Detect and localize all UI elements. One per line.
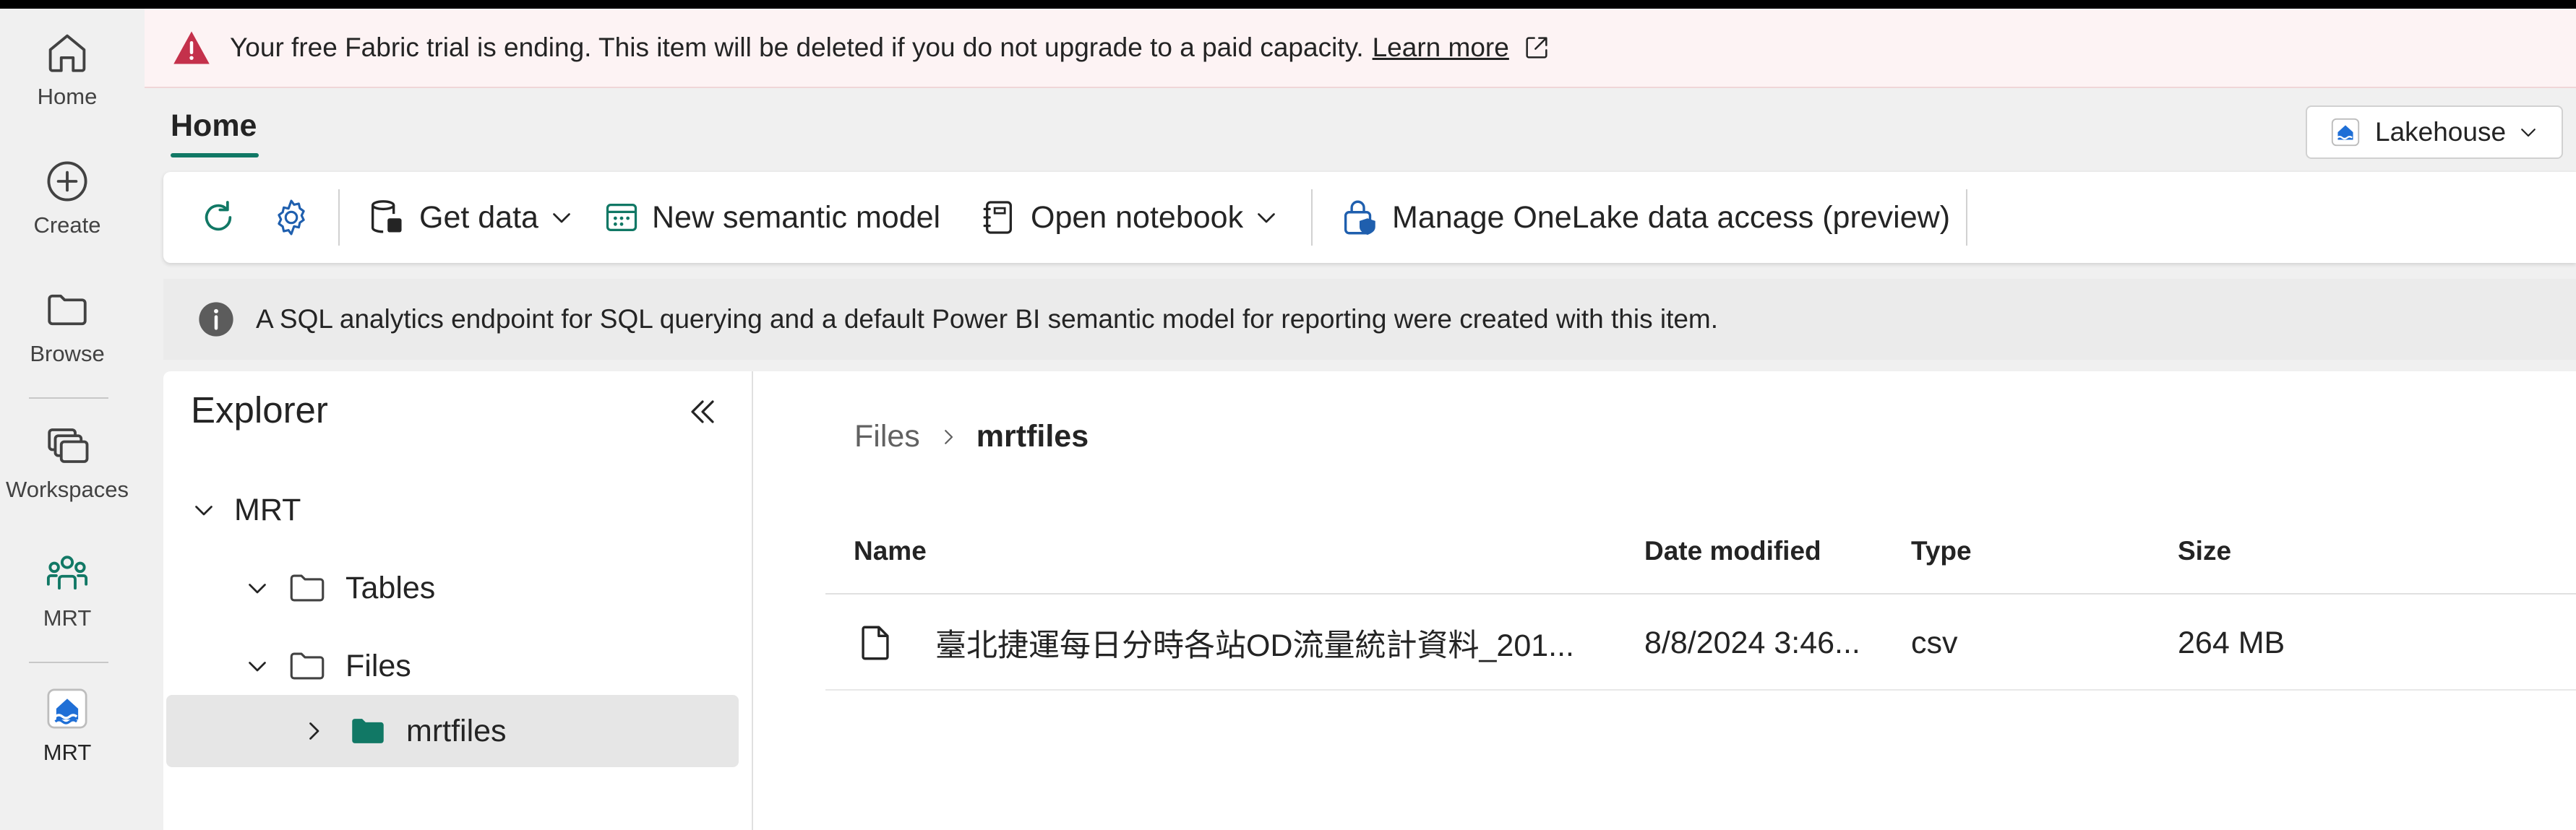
tree-item-mrtfiles[interactable]: mrtfiles xyxy=(166,695,739,767)
rail-create[interactable]: Create xyxy=(0,157,134,238)
home-icon xyxy=(48,34,86,72)
chevron-down-icon xyxy=(249,584,266,594)
tree-item-mrt[interactable]: MRT xyxy=(163,474,753,546)
breadcrumb-files[interactable]: Files xyxy=(854,419,920,454)
file-date-modified: 8/8/2024 3:46... xyxy=(1644,625,1860,660)
warning-icon xyxy=(173,31,210,64)
open-notebook-button[interactable]: Open notebook xyxy=(979,172,1279,263)
folder-icon xyxy=(48,294,87,326)
rail-home[interactable]: Home xyxy=(0,29,134,110)
rail-workspaces[interactable]: Workspaces xyxy=(0,422,134,503)
left-nav-rail: Home Create Browse Workspaces MRT MRT xyxy=(0,9,145,830)
file-size: 264 MB xyxy=(2178,625,2285,660)
tree-item-tables-label: Tables xyxy=(345,570,436,605)
new-semantic-model-button[interactable]: New semantic model xyxy=(603,172,940,263)
tab-home[interactable]: Home xyxy=(171,108,257,144)
ribbon-toolbar: Get data New semantic model Open noteboo… xyxy=(163,172,2576,263)
tree-item-mrtfiles-label: mrtfiles xyxy=(406,713,507,748)
file-type: csv xyxy=(1911,625,1958,660)
new-semantic-model-label: New semantic model xyxy=(652,199,941,235)
refresh-button[interactable] xyxy=(198,172,239,263)
file-list-pane: Files mrtfiles Name Date modified Type S… xyxy=(753,371,2576,830)
manage-onelake-access-label: Manage OneLake data access (preview) xyxy=(1392,199,1951,235)
file-icon xyxy=(862,626,889,660)
get-data-button[interactable]: Get data xyxy=(366,172,575,263)
manage-onelake-access-button[interactable]: Manage OneLake data access (preview) xyxy=(1339,172,1950,263)
column-header-type[interactable]: Type xyxy=(1911,536,1972,566)
breadcrumb: Files mrtfiles xyxy=(854,419,1089,454)
trial-warning-banner: Your free Fabric trial is ending. This i… xyxy=(145,9,2576,88)
rail-workspaces-label: Workspaces xyxy=(6,477,129,502)
chevron-down-icon xyxy=(195,506,212,516)
learn-more-link[interactable]: Learn more xyxy=(1373,33,1509,63)
rail-divider xyxy=(29,662,108,663)
chevron-down-icon xyxy=(249,662,266,672)
tab-home-indicator xyxy=(171,153,259,157)
chevron-down-icon xyxy=(1258,213,1275,223)
table-row[interactable]: 臺北捷運每日分時各站OD流量統計資料_201... 8/8/2024 3:46.… xyxy=(825,595,2576,691)
file-name[interactable]: 臺北捷運每日分時各站OD流量統計資料_201... xyxy=(935,595,1574,691)
rail-home-label: Home xyxy=(37,84,98,109)
plus-circle-icon xyxy=(47,161,87,202)
tree-item-tables[interactable]: Tables xyxy=(163,552,753,624)
rail-workspace-mrt[interactable]: MRT xyxy=(0,550,134,631)
notebook-icon xyxy=(983,201,1012,234)
lakehouse-icon xyxy=(2331,118,2360,147)
lock-shield-icon xyxy=(1344,200,1375,235)
window-top-edge xyxy=(0,0,2576,9)
rail-divider xyxy=(29,397,108,399)
breadcrumb-current: mrtfiles xyxy=(976,419,1089,454)
rail-workspace-mrt-label: MRT xyxy=(43,605,92,631)
header-divider xyxy=(825,593,2576,595)
folder-icon xyxy=(290,652,325,680)
column-header-size[interactable]: Size xyxy=(2178,536,2231,566)
chevron-down-icon xyxy=(553,213,570,223)
column-header-name[interactable]: Name xyxy=(854,536,927,566)
settings-button[interactable] xyxy=(270,172,312,263)
explorer-pane: Explorer MRT Tables Files mrtfiles xyxy=(163,371,753,830)
toolbar-divider xyxy=(338,189,340,246)
workspaces-icon xyxy=(48,428,89,463)
tree-item-mrt-label: MRT xyxy=(234,492,301,527)
toolbar-divider xyxy=(1966,189,1967,246)
explorer-title: Explorer xyxy=(191,389,328,431)
chevron-down-icon xyxy=(2521,129,2536,137)
item-type-label: Lakehouse xyxy=(2375,117,2507,147)
tree-item-files[interactable]: Files xyxy=(163,630,753,702)
get-data-label: Get data xyxy=(419,199,538,235)
collapse-pane-icon[interactable] xyxy=(685,394,720,429)
info-message: A SQL analytics endpoint for SQL queryin… xyxy=(256,304,1719,334)
rail-item-mrt-lakehouse[interactable]: MRT xyxy=(0,685,134,766)
refresh-icon xyxy=(205,201,232,231)
column-header-date-modified[interactable]: Date modified xyxy=(1644,536,1821,566)
tree-item-files-label: Files xyxy=(345,648,411,683)
open-notebook-label: Open notebook xyxy=(1031,199,1244,235)
rail-item-mrt-lakehouse-label: MRT xyxy=(43,740,92,765)
people-group-icon xyxy=(46,556,88,590)
banner-message: Your free Fabric trial is ending. This i… xyxy=(230,33,1364,62)
gear-icon xyxy=(278,199,305,235)
semantic-model-icon xyxy=(606,204,637,231)
folder-filled-icon xyxy=(352,719,384,743)
info-icon xyxy=(199,302,233,337)
folder-icon xyxy=(290,574,325,602)
rail-browse-label: Browse xyxy=(30,341,105,366)
item-type-switcher[interactable]: Lakehouse xyxy=(2306,105,2563,159)
chevron-right-icon xyxy=(944,429,953,444)
external-link-icon[interactable] xyxy=(1522,33,1551,62)
rail-create-label: Create xyxy=(33,212,101,238)
rail-browse[interactable]: Browse xyxy=(0,286,134,367)
database-icon xyxy=(371,200,402,233)
file-icon-cell xyxy=(854,595,896,691)
toolbar-divider xyxy=(1311,189,1313,246)
info-message-bar: A SQL analytics endpoint for SQL queryin… xyxy=(163,279,2576,360)
chevron-right-icon xyxy=(309,722,319,740)
lakehouse-icon xyxy=(47,688,87,729)
